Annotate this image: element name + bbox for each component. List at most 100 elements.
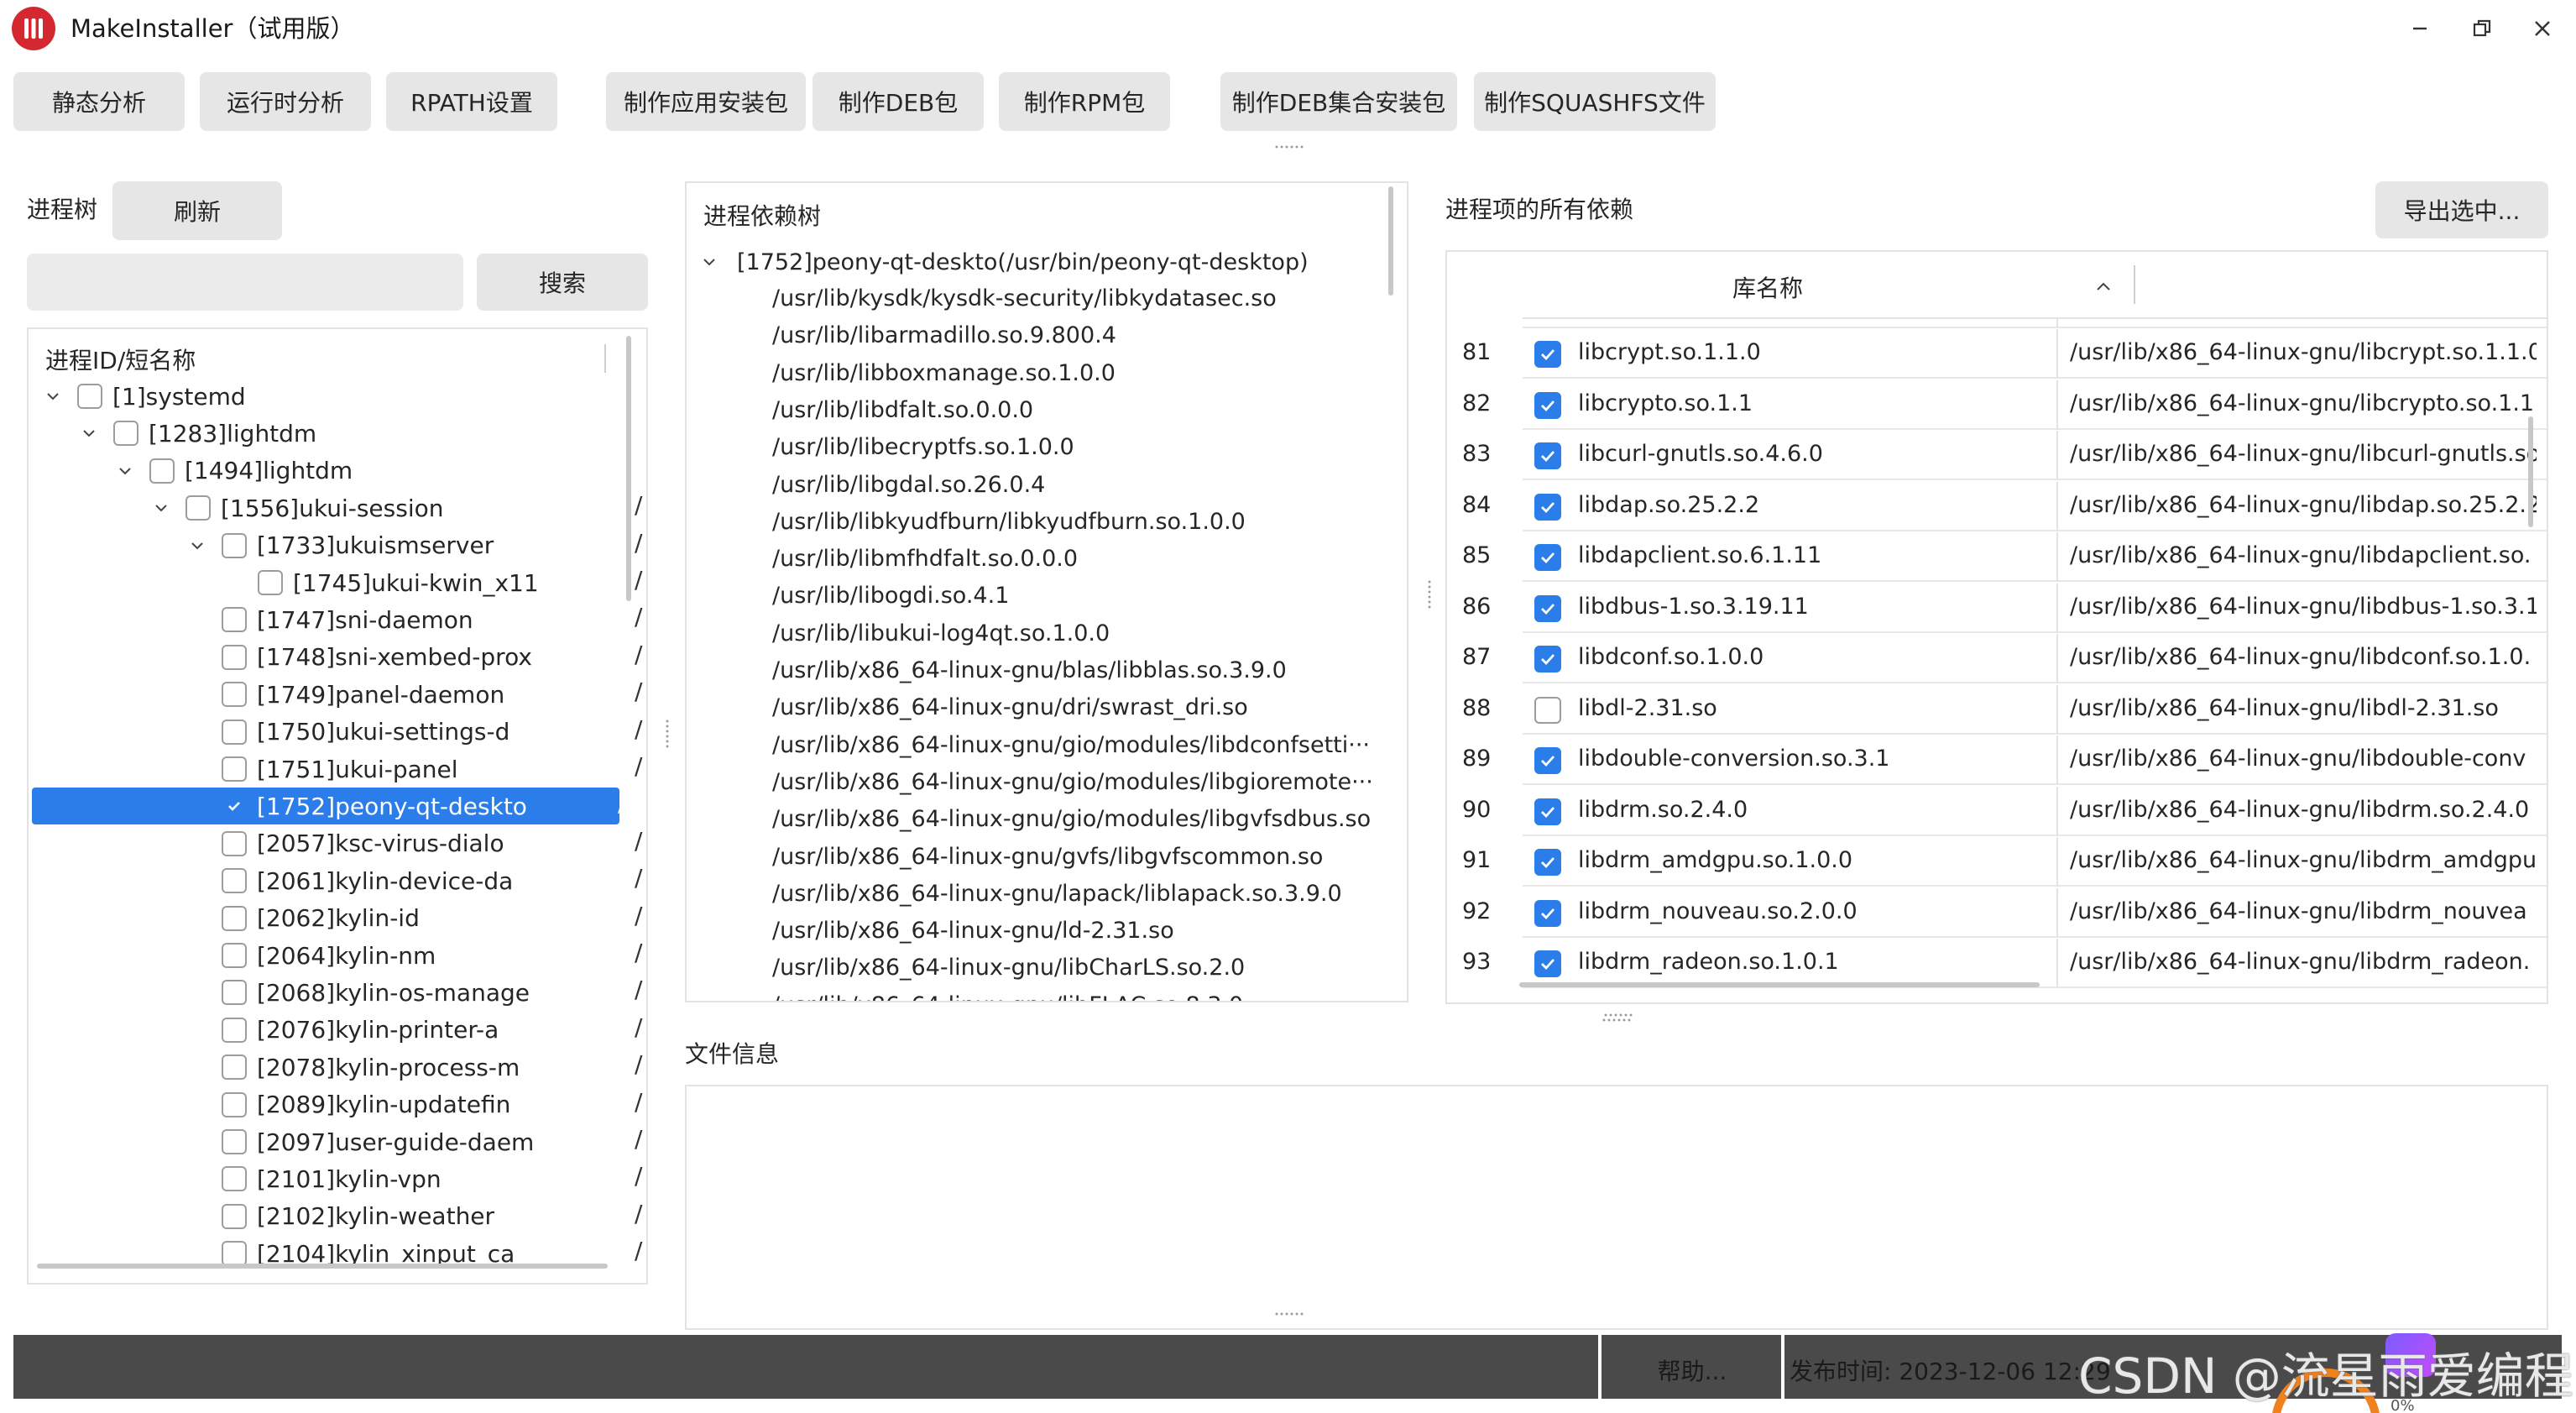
splitter-handle[interactable] (1274, 144, 1304, 149)
close-button[interactable] (2520, 8, 2565, 49)
tree-row[interactable]: [2062]kylin-id / (32, 900, 642, 937)
table-horizontal-scrollbar[interactable] (1519, 982, 2040, 987)
runtime-analysis-button[interactable]: 运行时分析 (200, 72, 371, 131)
dependency-item[interactable]: /usr/lib/libgdal.so.26.0.4 (772, 467, 1045, 504)
tree-row[interactable]: [1752]peony-qt-deskto / (32, 788, 625, 825)
checkbox-checked-icon[interactable] (222, 793, 247, 819)
table-row[interactable]: 87 libdconf.so.1.0.0/usr/lib/x86_64-linux… (1447, 634, 2547, 683)
dependency-item[interactable]: /usr/lib/x86_64-linux-gnu/lapack/liblapa… (772, 876, 1342, 913)
checkbox[interactable] (77, 384, 102, 409)
checkbox[interactable] (222, 607, 247, 633)
dependency-item[interactable]: /usr/lib/x86_64-linux-gnu/ld-2.31.so (772, 913, 1174, 950)
tree-row[interactable]: [1748]sni-xembed-prox / (32, 639, 642, 676)
tree-row[interactable]: [1749]panel-daemon / (32, 676, 642, 713)
table-row[interactable]: 86 libdbus-1.so.3.19.11/usr/lib/x86_64-li… (1447, 583, 2547, 633)
dependency-item[interactable]: /usr/lib/x86_64-linux-gnu/blas/libblas.s… (772, 652, 1287, 689)
search-button[interactable]: 搜索 (477, 254, 648, 311)
search-input[interactable] (27, 254, 463, 311)
chevron-down-icon[interactable] (114, 460, 136, 482)
table-row[interactable]: 82 libcrypto.so.1.1/usr/lib/x86_64-linux-… (1447, 379, 2547, 430)
dependency-item[interactable]: /usr/lib/libecryptfs.so.1.0.0 (772, 429, 1074, 466)
checkbox[interactable] (222, 682, 247, 708)
table-row[interactable]: 93 libdrm_radeon.so.1.0.1/usr/lib/x86_64-… (1447, 939, 2547, 988)
tree-vertical-scrollbar[interactable] (626, 336, 631, 601)
tree-row[interactable]: [2089]kylin-updatefin / (32, 1086, 642, 1123)
checkbox[interactable] (222, 1203, 247, 1229)
make-deb-button[interactable]: 制作DEB包 (813, 72, 984, 131)
checkbox[interactable] (222, 1166, 247, 1192)
column-header-library-name[interactable]: 库名称 (1732, 270, 1803, 304)
checkbox[interactable] (222, 532, 247, 558)
checkbox[interactable] (222, 1055, 247, 1081)
tree-row[interactable]: [1745]ukui-kwin_x11 / (32, 564, 642, 601)
checkbox[interactable] (222, 905, 247, 931)
checkbox[interactable] (222, 830, 247, 856)
dependency-item[interactable]: /usr/lib/x86_64-linux-gnu/gio/modules/li… (772, 764, 1373, 801)
make-app-installer-button[interactable]: 制作应用安装包 (606, 72, 806, 131)
restore-button[interactable] (2459, 8, 2505, 49)
checkbox-checked-icon[interactable] (1534, 798, 1561, 825)
chevron-down-icon[interactable] (150, 497, 172, 519)
checkbox-checked-icon[interactable] (1534, 950, 1561, 977)
dependency-item[interactable]: /usr/lib/x86_64-linux-gnu/libCharLS.so.2… (772, 950, 1245, 986)
checkbox[interactable] (149, 458, 175, 484)
tree-row[interactable]: [1747]sni-daemon / (32, 601, 642, 638)
dependency-item[interactable]: /usr/lib/x86_64-linux-gnu/gio/modules/li… (772, 801, 1371, 838)
sort-ascending-icon[interactable] (2093, 275, 2114, 303)
table-header[interactable]: 库名称 (1523, 252, 2547, 319)
checkbox-checked-icon[interactable] (1534, 849, 1561, 876)
checkbox-checked-icon[interactable] (1534, 747, 1561, 774)
tree-row[interactable]: [2068]kylin-os-manage / (32, 974, 642, 1011)
checkbox[interactable] (222, 868, 247, 894)
checkbox-checked-icon[interactable] (1534, 442, 1561, 469)
table-row[interactable]: 81 libcrypt.so.1.1.0/usr/lib/x86_64-linux… (1447, 329, 2547, 379)
export-selected-button[interactable]: 导出选中... (2375, 181, 2548, 238)
column-divider[interactable] (2134, 265, 2135, 304)
chevron-down-icon[interactable] (42, 385, 64, 407)
dependency-item[interactable]: /usr/lib/libarmadillo.so.9.800.4 (772, 317, 1116, 354)
chevron-down-icon[interactable] (186, 535, 208, 557)
splitter-handle[interactable] (1274, 1311, 1304, 1316)
dependency-vertical-scrollbar[interactable] (1388, 186, 1393, 296)
checkbox-checked-icon[interactable] (1534, 341, 1561, 368)
checkbox[interactable] (1534, 696, 1561, 724)
refresh-button[interactable]: 刷新 (112, 181, 282, 240)
column-divider[interactable] (604, 344, 606, 373)
tree-row[interactable]: [1733]ukuismserver / (32, 527, 642, 564)
dependency-item[interactable]: /usr/lib/x86_64-linux-gnu/gvfs/libgvfsco… (772, 839, 1323, 876)
tree-row[interactable]: [2101]kylin-vpn / (32, 1160, 642, 1197)
make-rpm-button[interactable]: 制作RPM包 (999, 72, 1170, 131)
minimize-button[interactable] (2397, 8, 2443, 49)
dependency-table[interactable]: 库名称 80libcom_err.so.2.1/usr/lib/x86_64-l… (1445, 250, 2548, 1004)
help-button[interactable]: 帮助... (1603, 1353, 1781, 1387)
checkbox-checked-icon[interactable] (1534, 899, 1561, 927)
make-deb-bundle-button[interactable]: 制作DEB集合安装包 (1220, 72, 1457, 131)
tree-row[interactable]: [2078]kylin-process-m / (32, 1049, 642, 1086)
table-row[interactable]: 88 libdl-2.31.so/usr/lib/x86_64-linux-gnu… (1447, 684, 2547, 735)
checkbox-checked-icon[interactable] (1534, 594, 1561, 622)
checkbox-checked-icon[interactable] (1534, 493, 1561, 521)
checkbox[interactable] (222, 719, 247, 745)
checkbox[interactable] (222, 1129, 247, 1154)
checkbox[interactable] (113, 421, 138, 447)
dependency-item[interactable]: /usr/lib/libogdi.so.4.1 (772, 578, 1009, 615)
checkbox[interactable] (222, 1091, 247, 1117)
table-row[interactable]: 84 libdap.so.25.2.2/usr/lib/x86_64-linux-… (1447, 481, 2547, 531)
dependency-item[interactable]: /usr/lib/x86_64-linux-gnu/gio/modules/li… (772, 727, 1370, 764)
checkbox[interactable] (222, 980, 247, 1006)
process-tree[interactable]: 进程ID/短名称 [1]systemd [1283]lightdm [1494]li… (27, 327, 648, 1285)
dependency-item[interactable]: /usr/lib/libukui-log4qt.so.1.0.0 (772, 615, 1110, 652)
tree-row[interactable]: [1556]ukui-session / (32, 489, 642, 526)
splitter-handle[interactable] (1427, 579, 1432, 610)
make-squashfs-button[interactable]: 制作SQUASHFS文件 (1474, 72, 1716, 131)
tree-row[interactable]: [2064]kylin-nm / (32, 937, 642, 974)
checkbox[interactable] (185, 495, 211, 521)
tree-row[interactable]: [1]systemd (32, 378, 619, 415)
table-row[interactable]: 89 libdouble-conversion.so.3.1/usr/lib/x8… (1447, 735, 2547, 785)
checkbox[interactable] (222, 756, 247, 782)
dependency-item[interactable]: /usr/lib/x86_64-linux-gnu/dri/swrast_dri… (772, 689, 1248, 726)
checkbox[interactable] (222, 1017, 247, 1043)
tree-row[interactable]: [1283]lightdm (32, 415, 619, 452)
table-row[interactable]: 92 libdrm_nouveau.so.2.0.0/usr/lib/x86_64… (1447, 887, 2547, 938)
table-row[interactable]: 85 libdapclient.so.6.1.11/usr/lib/x86_64-… (1447, 532, 2547, 582)
